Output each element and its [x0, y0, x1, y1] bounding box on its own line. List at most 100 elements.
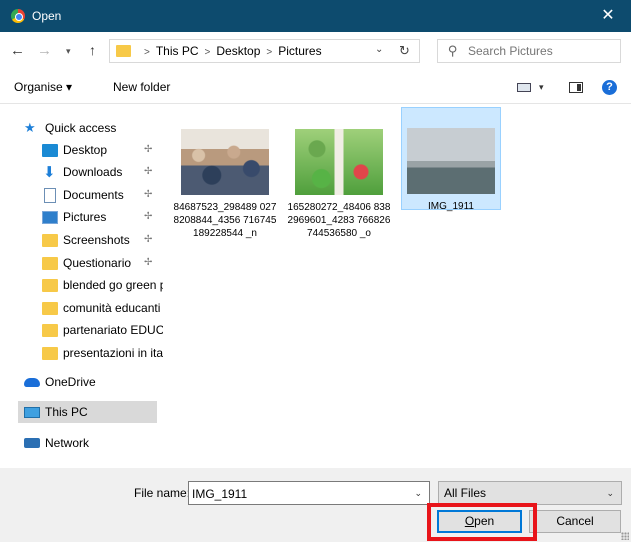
pin-icon: ✢ — [144, 211, 153, 222]
search-input[interactable] — [468, 43, 616, 59]
desktop-icon — [42, 143, 58, 157]
file-name-label: File name: — [134, 486, 191, 500]
sidebar-item-screenshots[interactable]: Screenshots ✢ — [42, 229, 163, 251]
cloud-icon — [24, 377, 40, 387]
sidebar-item-pictures[interactable]: Pictures ✢ — [42, 206, 163, 228]
chevron-down-icon[interactable]: ⌄ — [414, 488, 422, 499]
file-type-value: All Files — [444, 486, 487, 500]
breadcrumb-separator-icon: > — [204, 47, 211, 58]
sidebar-item-label: Questionario — [63, 256, 132, 270]
navigation-pane: ★ Quick access Desktop ✢ Downloads ✢ Doc… — [0, 105, 163, 468]
pin-icon: ✢ — [144, 144, 153, 155]
folder-icon — [42, 233, 58, 247]
sidebar-item-label: partenariato EDUCC — [63, 323, 163, 337]
pin-icon: ✢ — [144, 234, 153, 245]
folder-icon — [42, 278, 58, 292]
network-icon — [24, 438, 40, 448]
sidebar-item-partenariato-educc[interactable]: partenariato EDUCC — [42, 319, 163, 341]
sidebar-item-network[interactable]: Network — [24, 432, 163, 454]
close-button[interactable]: ✕ — [585, 0, 631, 32]
sidebar-item-label: OneDrive — [45, 375, 96, 389]
computer-icon — [24, 406, 40, 418]
chevron-down-icon: ⌄ — [606, 488, 614, 498]
folder-icon — [42, 301, 58, 315]
sidebar-item-label: Downloads — [63, 165, 123, 179]
organise-button[interactable]: Organise ▾ — [14, 80, 72, 94]
sidebar-item-blended-go-green[interactable]: blended go green p — [42, 274, 163, 296]
search-box[interactable]: ⚲ — [437, 39, 621, 63]
download-icon — [42, 163, 58, 181]
address-dropdown-chevron-icon[interactable]: ⌄ — [375, 44, 383, 55]
file-name-input[interactable] — [192, 486, 402, 501]
breadcrumb-separator-icon: > — [266, 47, 273, 58]
file-name-combobox[interactable]: ⌄ — [188, 481, 430, 505]
pictures-icon — [42, 210, 58, 224]
sidebar-item-presentazioni[interactable]: presentazioni in ital — [42, 342, 163, 364]
pin-icon: ✢ — [144, 166, 153, 177]
file-item[interactable]: 165280272_48406 8382969601_4283 76682674… — [287, 105, 390, 265]
image-thumbnail — [295, 129, 383, 195]
sidebar-item-label: Network — [45, 436, 90, 450]
star-icon: ★ — [24, 119, 36, 135]
sidebar-item-label: Screenshots — [63, 233, 130, 247]
breadcrumb-desktop[interactable]: Desktop — [216, 44, 260, 58]
help-button[interactable]: ? — [602, 80, 617, 95]
pin-icon: ✢ — [144, 189, 153, 200]
search-icon: ⚲ — [448, 43, 458, 58]
sidebar-item-label: presentazioni in ital — [63, 346, 163, 360]
open-button[interactable]: Open — [437, 510, 522, 533]
sidebar-item-label: Quick access — [45, 121, 117, 135]
image-thumbnail — [407, 128, 495, 194]
view-options-icon[interactable] — [517, 83, 531, 92]
file-name-label: 84687523_298489 0278208844_4356 71674518… — [173, 202, 277, 239]
sidebar-item-this-pc[interactable]: This PC — [18, 401, 157, 423]
address-bar[interactable]: > This PC > Desktop > Pictures ⌄ ↻ — [109, 39, 420, 63]
chrome-app-icon — [11, 9, 25, 23]
breadcrumb-this-pc[interactable]: This PC — [156, 44, 199, 58]
file-item-selected[interactable]: IMG_1911 — [401, 107, 501, 212]
sidebar-item-documents[interactable]: Documents ✢ — [42, 184, 163, 206]
document-icon — [44, 187, 56, 203]
title-bar: Open ✕ — [0, 0, 631, 32]
sidebar-item-onedrive[interactable]: OneDrive — [24, 371, 163, 393]
cancel-button[interactable]: Cancel — [529, 510, 621, 533]
sidebar-item-desktop[interactable]: Desktop ✢ — [42, 139, 163, 161]
sidebar-item-label: This PC — [45, 405, 88, 419]
refresh-icon[interactable]: ↻ — [399, 43, 410, 59]
sidebar-item-label: Pictures — [63, 210, 107, 224]
recent-locations-chevron-icon[interactable]: ▾ — [66, 46, 71, 57]
up-arrow-icon[interactable]: ↑ — [89, 42, 96, 58]
resize-grip-icon[interactable] — [621, 532, 629, 540]
window-title: Open — [32, 9, 62, 23]
sidebar-item-quick-access[interactable]: ★ Quick access — [24, 117, 163, 139]
breadcrumb-pictures[interactable]: Pictures — [278, 44, 321, 58]
sidebar-item-label: comunità educanti — [63, 301, 161, 315]
back-arrow-icon[interactable]: ← — [10, 42, 25, 59]
pin-icon: ✢ — [144, 257, 153, 268]
folder-icon — [42, 346, 58, 360]
breadcrumb-separator-icon: > — [144, 47, 150, 58]
forward-arrow-icon[interactable]: → — [37, 42, 52, 59]
sidebar-item-downloads[interactable]: Downloads ✢ — [42, 161, 163, 183]
sidebar-item-questionario[interactable]: Questionario ✢ — [42, 252, 163, 274]
file-name-label: IMG_1911 — [428, 201, 474, 212]
sidebar-item-label: Desktop — [63, 143, 108, 157]
new-folder-button[interactable]: New folder — [113, 80, 170, 94]
address-row: ← → ▾ ↑ > This PC > Desktop > Pictures ⌄ ↻ ⚲ — [0, 32, 631, 70]
breadcrumb: > This PC > Desktop > Pictures — [138, 44, 322, 58]
sidebar-item-label: blended go green p — [63, 278, 163, 292]
folder-icon — [42, 323, 58, 337]
sidebar-item-label: Documents — [63, 188, 124, 202]
preview-pane-icon[interactable] — [569, 82, 583, 93]
view-options-chevron-icon[interactable]: ▾ — [539, 82, 544, 93]
folder-icon — [42, 256, 58, 270]
file-name-label: 165280272_48406 8382969601_4283 76682674… — [287, 202, 391, 239]
file-type-filter[interactable]: All Files ⌄ — [438, 481, 622, 505]
file-list: 84687523_298489 0278208844_4356 71674518… — [163, 105, 631, 468]
dialog-footer: File name: ⌄ All Files ⌄ Open Cancel — [0, 468, 631, 542]
sidebar-item-comunita-educanti[interactable]: comunità educanti — [42, 297, 163, 319]
folder-icon — [116, 45, 131, 57]
command-bar: Organise ▾ New folder ▾ ? — [0, 70, 631, 104]
image-thumbnail — [181, 129, 269, 195]
file-item[interactable]: 84687523_298489 0278208844_4356 71674518… — [173, 105, 276, 265]
